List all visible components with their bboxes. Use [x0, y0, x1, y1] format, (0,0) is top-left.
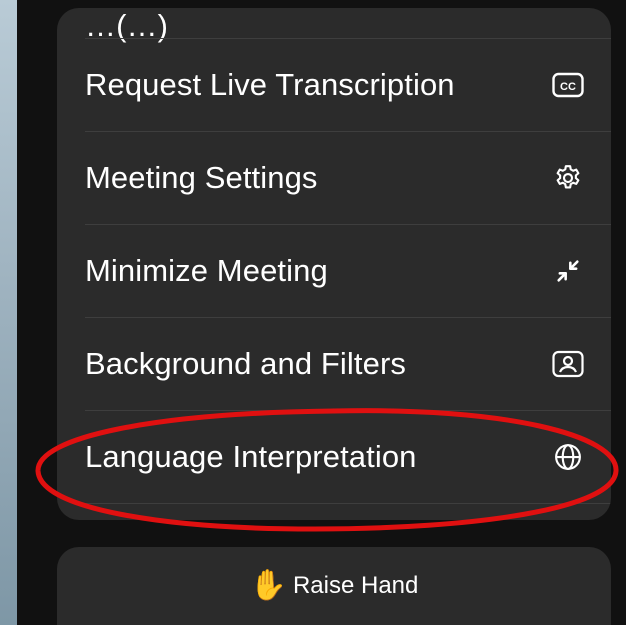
raise-hand-label: Raise Hand [292, 572, 419, 599]
menu-item-label: Background and Filters [85, 346, 406, 381]
globe-icon [551, 440, 585, 474]
menu-item-request-live-transcription[interactable]: Request Live Transcription CC [57, 39, 611, 131]
person-frame-icon [551, 347, 585, 381]
menu-item-label: Minimize Meeting [85, 253, 328, 288]
more-options-menu: …(…) Request Live Transcription CC Meeti… [57, 8, 611, 520]
menu-item-label: Meeting Settings [85, 160, 318, 195]
svg-text:CC: CC [560, 81, 576, 93]
minimize-arrows-icon [551, 254, 585, 288]
menu-item-label: Language Interpretation [85, 439, 417, 474]
menu-item-partial[interactable]: …(…) [57, 8, 611, 43]
menu-item-label: Request Live Transcription [85, 67, 455, 102]
menu-divider [85, 503, 611, 504]
raised-hand-icon: ✋ [249, 569, 287, 602]
menu-item-background-and-filters[interactable]: Background and Filters [57, 318, 611, 410]
menu-item-meeting-settings[interactable]: Meeting Settings [57, 132, 611, 224]
menu-item-minimize-meeting[interactable]: Minimize Meeting [57, 225, 611, 317]
raise-hand-button[interactable]: ✋ Raise Hand [57, 547, 611, 625]
closed-captions-icon: CC [551, 68, 585, 102]
gear-icon [551, 161, 585, 195]
menu-item-language-interpretation[interactable]: Language Interpretation [57, 411, 611, 503]
